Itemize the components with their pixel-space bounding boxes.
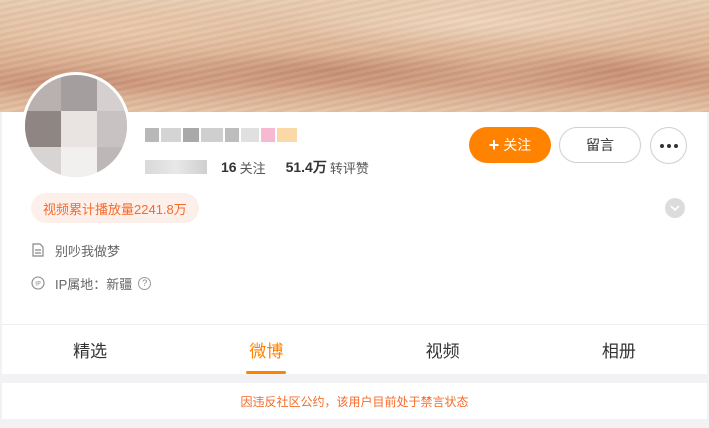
tab-featured[interactable]: 精选: [2, 325, 178, 374]
more-dots-icon[interactable]: [650, 127, 687, 164]
svg-text:IP: IP: [35, 281, 41, 288]
tab-video[interactable]: 视频: [355, 325, 531, 374]
chevron-down-icon[interactable]: [665, 198, 685, 218]
profile-stats: 16 关注 51.4万 转评赞: [145, 158, 389, 176]
fans-count-blurred: [145, 160, 207, 174]
follow-button[interactable]: + 关注: [469, 127, 551, 163]
message-button[interactable]: 留言: [559, 127, 641, 163]
likes-count: 51.4万: [285, 159, 327, 175]
profile-page: 16 关注 51.4万 转评赞 + 关注 留言 视频累计播放量2241.8万 别…: [0, 0, 709, 428]
mute-notice: 因违反社区公约，该用户目前处于禁言状态: [2, 383, 707, 419]
ip-location-text: IP属地：新疆: [55, 276, 133, 292]
following-count[interactable]: 16: [221, 159, 237, 175]
profile-tabs: 精选 微博 视频 相册: [2, 324, 707, 374]
document-icon: [31, 243, 45, 257]
follow-button-label: 关注: [503, 137, 532, 153]
question-icon[interactable]: ?: [138, 276, 152, 290]
ip-location-row: IP IP属地：新疆 ?: [31, 274, 152, 292]
video-play-count-badge[interactable]: 视频累计播放量2241.8万: [31, 193, 199, 223]
bio-text: 别吵我做梦: [55, 243, 121, 259]
avatar[interactable]: [22, 72, 130, 180]
plus-icon: +: [488, 135, 500, 155]
tab-weibo[interactable]: 微博: [178, 325, 354, 374]
likes-label: 转评赞: [329, 160, 369, 176]
user-name-blurred: [145, 128, 297, 142]
following-label[interactable]: 关注: [240, 158, 266, 177]
bio-row: 别吵我做梦: [31, 241, 120, 259]
tab-album[interactable]: 相册: [531, 325, 707, 374]
ip-icon: IP: [31, 276, 45, 290]
